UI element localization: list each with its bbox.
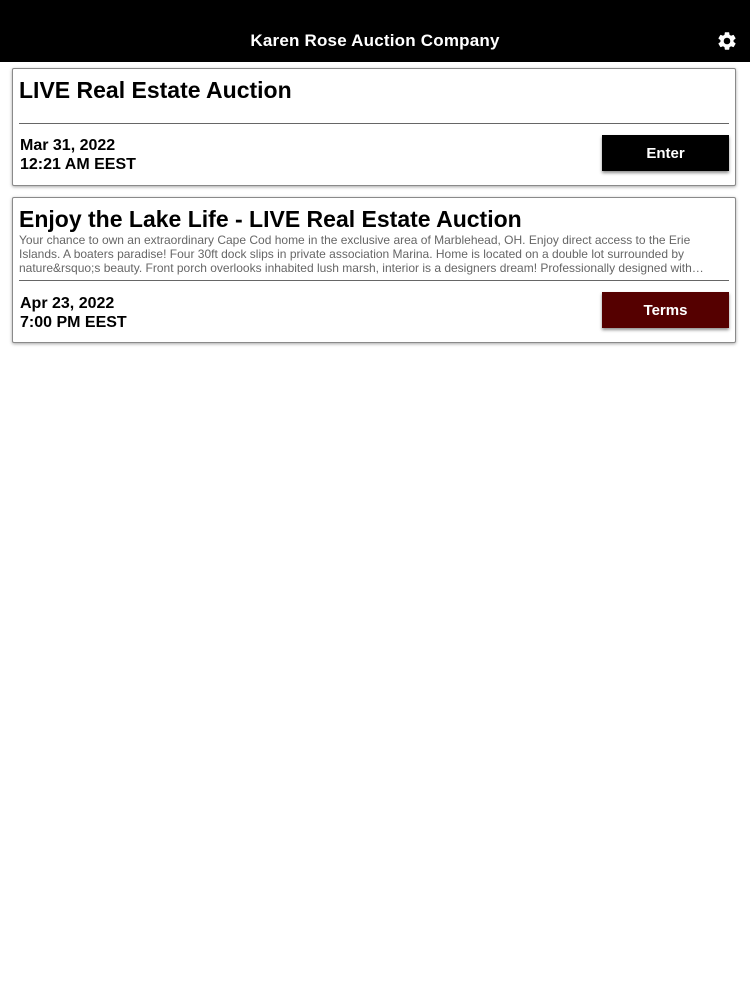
- divider: [19, 123, 729, 124]
- auction-description: Your chance to own an extraordinary Cape…: [19, 233, 704, 275]
- auction-title: Enjoy the Lake Life - LIVE Real Estate A…: [19, 206, 522, 232]
- auction-date: Apr 23, 2022: [20, 295, 115, 312]
- app-title: Karen Rose Auction Company: [250, 31, 500, 50]
- gear-icon: [718, 32, 736, 50]
- auction-datetime: Mar 31, 2022 12:21 AM EEST: [20, 136, 136, 174]
- enter-button[interactable]: Enter: [602, 135, 729, 171]
- auction-time: 12:21 AM EEST: [20, 156, 136, 173]
- auction-card[interactable]: Enjoy the Lake Life - LIVE Real Estate A…: [12, 197, 736, 343]
- auction-title: LIVE Real Estate Auction: [19, 77, 292, 103]
- settings-button[interactable]: [716, 30, 738, 52]
- app-header: Karen Rose Auction Company: [0, 0, 750, 62]
- auction-date: Mar 31, 2022: [20, 137, 116, 154]
- divider: [19, 280, 729, 281]
- auction-card[interactable]: LIVE Real Estate Auction Mar 31, 2022 12…: [12, 68, 736, 186]
- auction-time: 7:00 PM EEST: [20, 314, 127, 331]
- auction-datetime: Apr 23, 2022 7:00 PM EEST: [20, 294, 127, 332]
- terms-button[interactable]: Terms: [602, 292, 729, 328]
